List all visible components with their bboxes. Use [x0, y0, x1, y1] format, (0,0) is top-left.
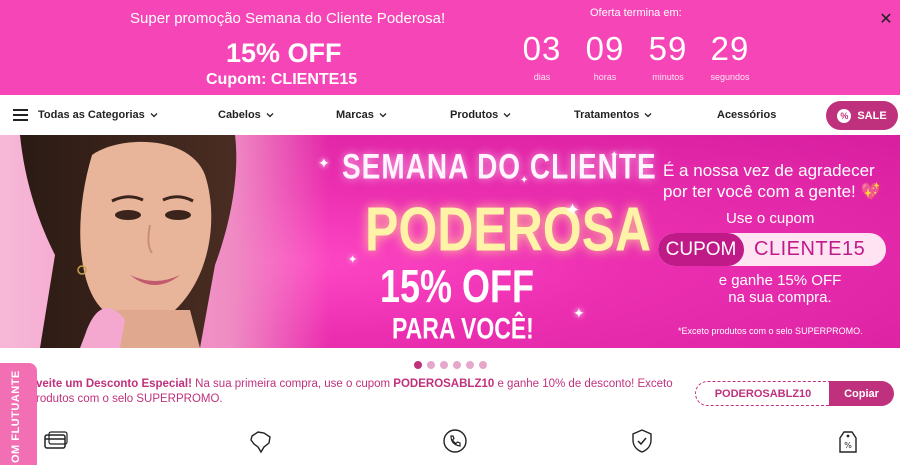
banner-footnote: *Exceto produtos com o selo SUPERPROMO. — [678, 326, 863, 336]
carousel-dot[interactable] — [440, 361, 448, 369]
hero-banner[interactable]: SEMANA DO CLIENTE PODEROSA 15% OFF PARA … — [0, 135, 900, 348]
percent-icon: % — [837, 108, 852, 123]
sparkle-icon: ✦ — [573, 305, 585, 321]
carousel-dots — [414, 361, 487, 369]
discount-message-line2: rodutos com o selo SUPERPROMO. — [36, 393, 223, 405]
svg-text:%: % — [844, 441, 852, 450]
carousel-dot[interactable] — [427, 361, 435, 369]
carousel-dot[interactable] — [453, 361, 461, 369]
countdown-days: 03 dias — [522, 30, 562, 82]
carousel-dot[interactable] — [479, 361, 487, 369]
close-icon[interactable]: ✕ — [876, 10, 896, 30]
sparkle-icon: ✦ — [520, 175, 529, 186]
sparkle-icon: ✦ — [318, 155, 330, 171]
floating-tab[interactable]: OM FLUTUANTE — [0, 363, 37, 465]
banner-coupon-pill: CUPOM CLIENTE15 — [658, 233, 886, 266]
banner-gain-text: e ganhe 15% OFF na sua compra. — [718, 272, 842, 306]
promo-bar: Super promoção Semana do Cliente Poderos… — [0, 0, 900, 95]
carousel-dot[interactable] — [466, 361, 474, 369]
sparkle-icon: ✦ — [610, 150, 619, 161]
sparkle-icon: ✦ — [348, 254, 358, 266]
banner-headline-main: PODEROSA — [365, 194, 652, 265]
chevron-down-icon — [503, 113, 511, 118]
discount-message: veite um Desconto Especial! Na sua prime… — [36, 378, 673, 390]
card-icon — [44, 431, 68, 449]
sparkle-icon: ✦ — [565, 200, 581, 220]
countdown-seconds: 29 segundos — [710, 30, 750, 82]
banner-use-coupon: Use o cupom — [726, 210, 815, 227]
category-nav: Todas as Categorias Cabelos Marcas Produ… — [0, 95, 900, 135]
discount-tag-icon: % — [839, 431, 857, 453]
coupon-code: CLIENTE15 — [754, 238, 866, 260]
chevron-down-icon — [150, 113, 158, 118]
countdown-minutes: 59 minutos — [648, 30, 688, 82]
coupon-label: CUPOM — [658, 233, 744, 266]
shield-check-icon — [632, 429, 652, 453]
chevron-down-icon — [266, 113, 274, 118]
nav-cabelos[interactable]: Cabelos — [218, 109, 275, 121]
carousel-dot[interactable] — [414, 361, 422, 369]
nav-produtos[interactable]: Produtos — [450, 109, 512, 121]
offer-ends-label: Oferta termina em: — [590, 7, 682, 19]
nav-all-categories[interactable]: Todas as Categorias — [13, 109, 159, 121]
banner-discount: 15% OFF — [380, 259, 535, 313]
hamburger-icon — [13, 109, 28, 121]
coupon-code-box[interactable]: PODEROSABLZ10 — [695, 381, 831, 406]
brazil-map-icon — [250, 431, 271, 454]
banner-tagline: PARA VOCÊ! — [392, 311, 534, 345]
model-portrait — [20, 135, 237, 348]
promo-title: Super promoção Semana do Cliente Poderos… — [130, 10, 446, 27]
banner-thanks-text: É a nossa vez de agradecer por ter você … — [663, 161, 882, 201]
nav-acessorios[interactable]: Acessórios — [717, 109, 776, 121]
chevron-down-icon — [644, 113, 652, 118]
promo-coupon: Cupom: CLIENTE15 — [206, 71, 358, 88]
sale-button[interactable]: % SALE — [826, 101, 898, 130]
phone-icon — [443, 429, 467, 453]
nav-tratamentos[interactable]: Tratamentos — [574, 109, 653, 121]
countdown-hours: 09 horas — [585, 30, 625, 82]
nav-marcas[interactable]: Marcas — [336, 109, 388, 121]
copy-button[interactable]: Copiar — [829, 381, 894, 406]
chevron-down-icon — [379, 113, 387, 118]
promo-discount: 15% OFF — [226, 38, 342, 68]
